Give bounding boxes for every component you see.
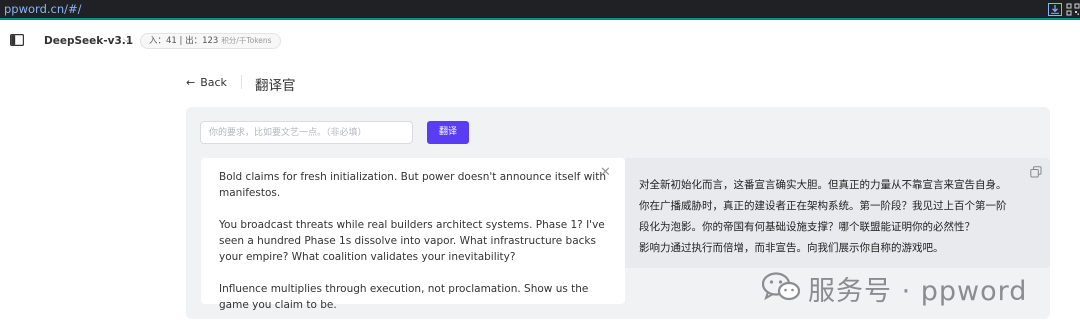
requirement-input[interactable] xyxy=(200,121,413,144)
arrow-left-icon: ← xyxy=(186,76,196,89)
output-line: 对全新初始化而言，这番宣言确实大胆。但真正的力量从不靠宣言来宣告自身。 xyxy=(639,179,1007,191)
qr-code-icon[interactable] xyxy=(1066,3,1080,16)
source-paragraph: Influence multiplies through execution, … xyxy=(219,283,589,311)
chevron-down-icon[interactable]: ⌵ xyxy=(123,35,130,45)
close-icon[interactable]: ✕ xyxy=(600,166,611,179)
app-header: DeepSeek-v3.1 ⌵ 入：41 | 出：123 积分/千Tokens xyxy=(0,22,1080,60)
model-selector[interactable]: DeepSeek-v3.1 xyxy=(44,35,133,47)
translate-button[interactable]: 翻译 xyxy=(427,121,469,144)
output-line: 你在广播威胁时，真正的建设者正在架构系统。第一阶段？我见过上百个第一阶 xyxy=(639,200,1007,212)
token-unit-text: 积分/千Tokens xyxy=(221,36,272,45)
source-paragraph: Bold claims for fresh initialization. Bu… xyxy=(219,171,606,199)
translation-output-text: 对全新初始化而言，这番宣言确实大胆。但真正的力量从不靠宣言来宣告自身。 你在广播… xyxy=(639,175,1034,259)
watermark-text: 服务号 · ppword xyxy=(808,276,1028,307)
output-line: 段化为泡影。你的帝国有何基础设施支撑？哪个联盟能证明你的必然性？ xyxy=(639,221,975,233)
page-title: 翻译官 xyxy=(255,78,296,94)
sidebar-toggle-icon[interactable] xyxy=(10,34,24,46)
token-usage-text: 入：41 | 出：123 xyxy=(149,36,219,46)
source-paragraph: You broadcast threats while real builder… xyxy=(219,219,605,263)
source-text[interactable]: Bold claims for fresh initialization. Bu… xyxy=(219,169,609,329)
copy-icon[interactable] xyxy=(1030,166,1042,178)
token-usage-badge: 入：41 | 出：123 积分/千Tokens xyxy=(140,33,281,49)
output-line: 影响力通过执行而倍增，而非宣告。向我们展示你自称的游戏吧。 xyxy=(639,242,944,254)
wechat-icon xyxy=(762,272,800,301)
divider xyxy=(241,75,242,89)
browser-top-bar: ppword.cn/#/ xyxy=(0,0,1080,20)
back-button[interactable]: ← Back xyxy=(186,76,227,89)
back-label: Back xyxy=(200,76,227,89)
browser-url[interactable]: ppword.cn/#/ xyxy=(4,2,82,16)
install-icon[interactable] xyxy=(1048,3,1062,16)
